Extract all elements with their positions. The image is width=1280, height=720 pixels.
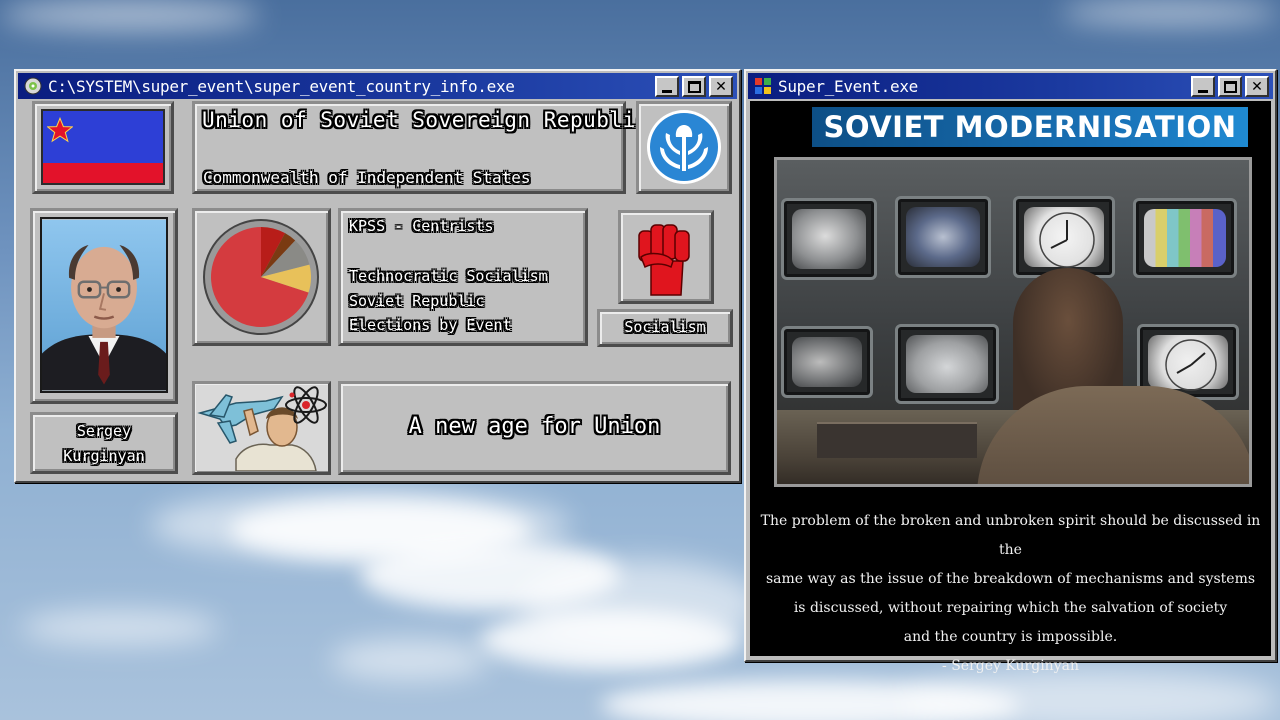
faction-emblem-panel <box>636 101 732 194</box>
super-event-titlebar[interactable]: Super_Event.exe ✕ <box>748 73 1273 99</box>
minimize-button[interactable] <box>1191 76 1215 97</box>
party-info-panel: KPSS - Centrists Technocratic Socialism … <box>338 208 588 346</box>
quote-line: The problem of the broken and unbroken s… <box>760 513 1261 558</box>
ideology-label-panel: Socialism <box>597 309 733 347</box>
tv-monitor <box>1133 198 1237 278</box>
leader-first-name: Sergey <box>76 422 132 440</box>
cis-emblem-icon <box>647 110 721 184</box>
close-button[interactable]: ✕ <box>709 76 733 97</box>
flag-panel <box>32 101 174 194</box>
maximize-icon <box>1223 80 1237 93</box>
tv-monitor <box>781 198 877 280</box>
console-panel <box>817 422 977 458</box>
super-event-title: Super_Event.exe <box>778 76 918 96</box>
popularity-chart-panel <box>192 208 331 346</box>
minimize-icon <box>1198 89 1208 93</box>
leader-portrait-panel <box>30 208 178 404</box>
leader-name-panel: Sergey Kurginyan <box>30 412 178 474</box>
leader-last-name: Kurginyan <box>63 447 145 465</box>
cd-disk-icon <box>22 75 44 97</box>
ideology-label: Socialism <box>624 318 706 336</box>
clock-icon <box>1039 212 1095 268</box>
close-button[interactable]: ✕ <box>1245 76 1269 97</box>
election-type: Elections by Event <box>349 316 512 334</box>
minimize-button[interactable] <box>655 76 679 97</box>
event-quote: The problem of the broken and unbroken s… <box>760 507 1261 681</box>
country-info-title: C:\SYSTEM\super_event\super_event_countr… <box>48 76 515 96</box>
red-star-icon <box>47 117 73 143</box>
quote-line: is discussed, without repairing which th… <box>793 600 1228 616</box>
country-name-panel: Union of Soviet Sovereign Republics Comm… <box>192 101 662 194</box>
raised-fist-icon <box>638 224 690 296</box>
close-icon: ✕ <box>715 78 727 95</box>
leader-portrait <box>40 217 168 393</box>
popularity-pie-chart <box>203 219 319 335</box>
science-progress-icon <box>196 385 328 471</box>
country-info-titlebar[interactable]: C:\SYSTEM\super_event\super_event_countr… <box>18 73 737 99</box>
slogan-panel: A new age for Union <box>338 381 731 475</box>
national-focus-panel <box>192 381 331 475</box>
super-event-window[interactable]: Super_Event.exe ✕ SOVIET MODERNISATION T… <box>744 69 1277 674</box>
country-flag <box>41 109 165 185</box>
tv-monitor <box>781 326 873 398</box>
tv-monitor <box>1013 196 1115 278</box>
country-name: Union of Soviet Sovereign Republics <box>202 108 663 132</box>
country-info-window[interactable]: C:\SYSTEM\super_event\super_event_countr… <box>14 69 741 483</box>
clock-icon <box>1165 339 1217 391</box>
party-name: KPSS - Centrists <box>349 217 494 235</box>
tv-monitor <box>895 324 999 404</box>
ideology-icon-panel <box>618 210 714 304</box>
super-event-content: SOVIET MODERNISATION The problem of the … <box>750 101 1271 674</box>
maximize-button[interactable] <box>682 76 706 97</box>
quote-line: and the country is impossible. <box>903 629 1118 645</box>
minimize-icon <box>662 89 672 93</box>
quote-line: same way as the issue of the breakdown o… <box>765 571 1256 587</box>
quote-author: - Sergey Kurginyan <box>942 658 1079 674</box>
windows-logo-icon <box>752 75 774 97</box>
maximize-icon <box>687 80 701 93</box>
government-type: Soviet Republic <box>349 292 485 310</box>
ideology-name: Technocratic Socialism <box>349 267 548 285</box>
country-slogan: A new age for Union <box>408 414 661 439</box>
tv-monitor <box>895 196 991 278</box>
event-illustration <box>774 157 1252 487</box>
maximize-button[interactable] <box>1218 76 1242 97</box>
event-banner: SOVIET MODERNISATION <box>812 107 1248 147</box>
close-icon: ✕ <box>1251 78 1263 95</box>
faction-name: Commonwealth of Independent States <box>203 168 531 187</box>
